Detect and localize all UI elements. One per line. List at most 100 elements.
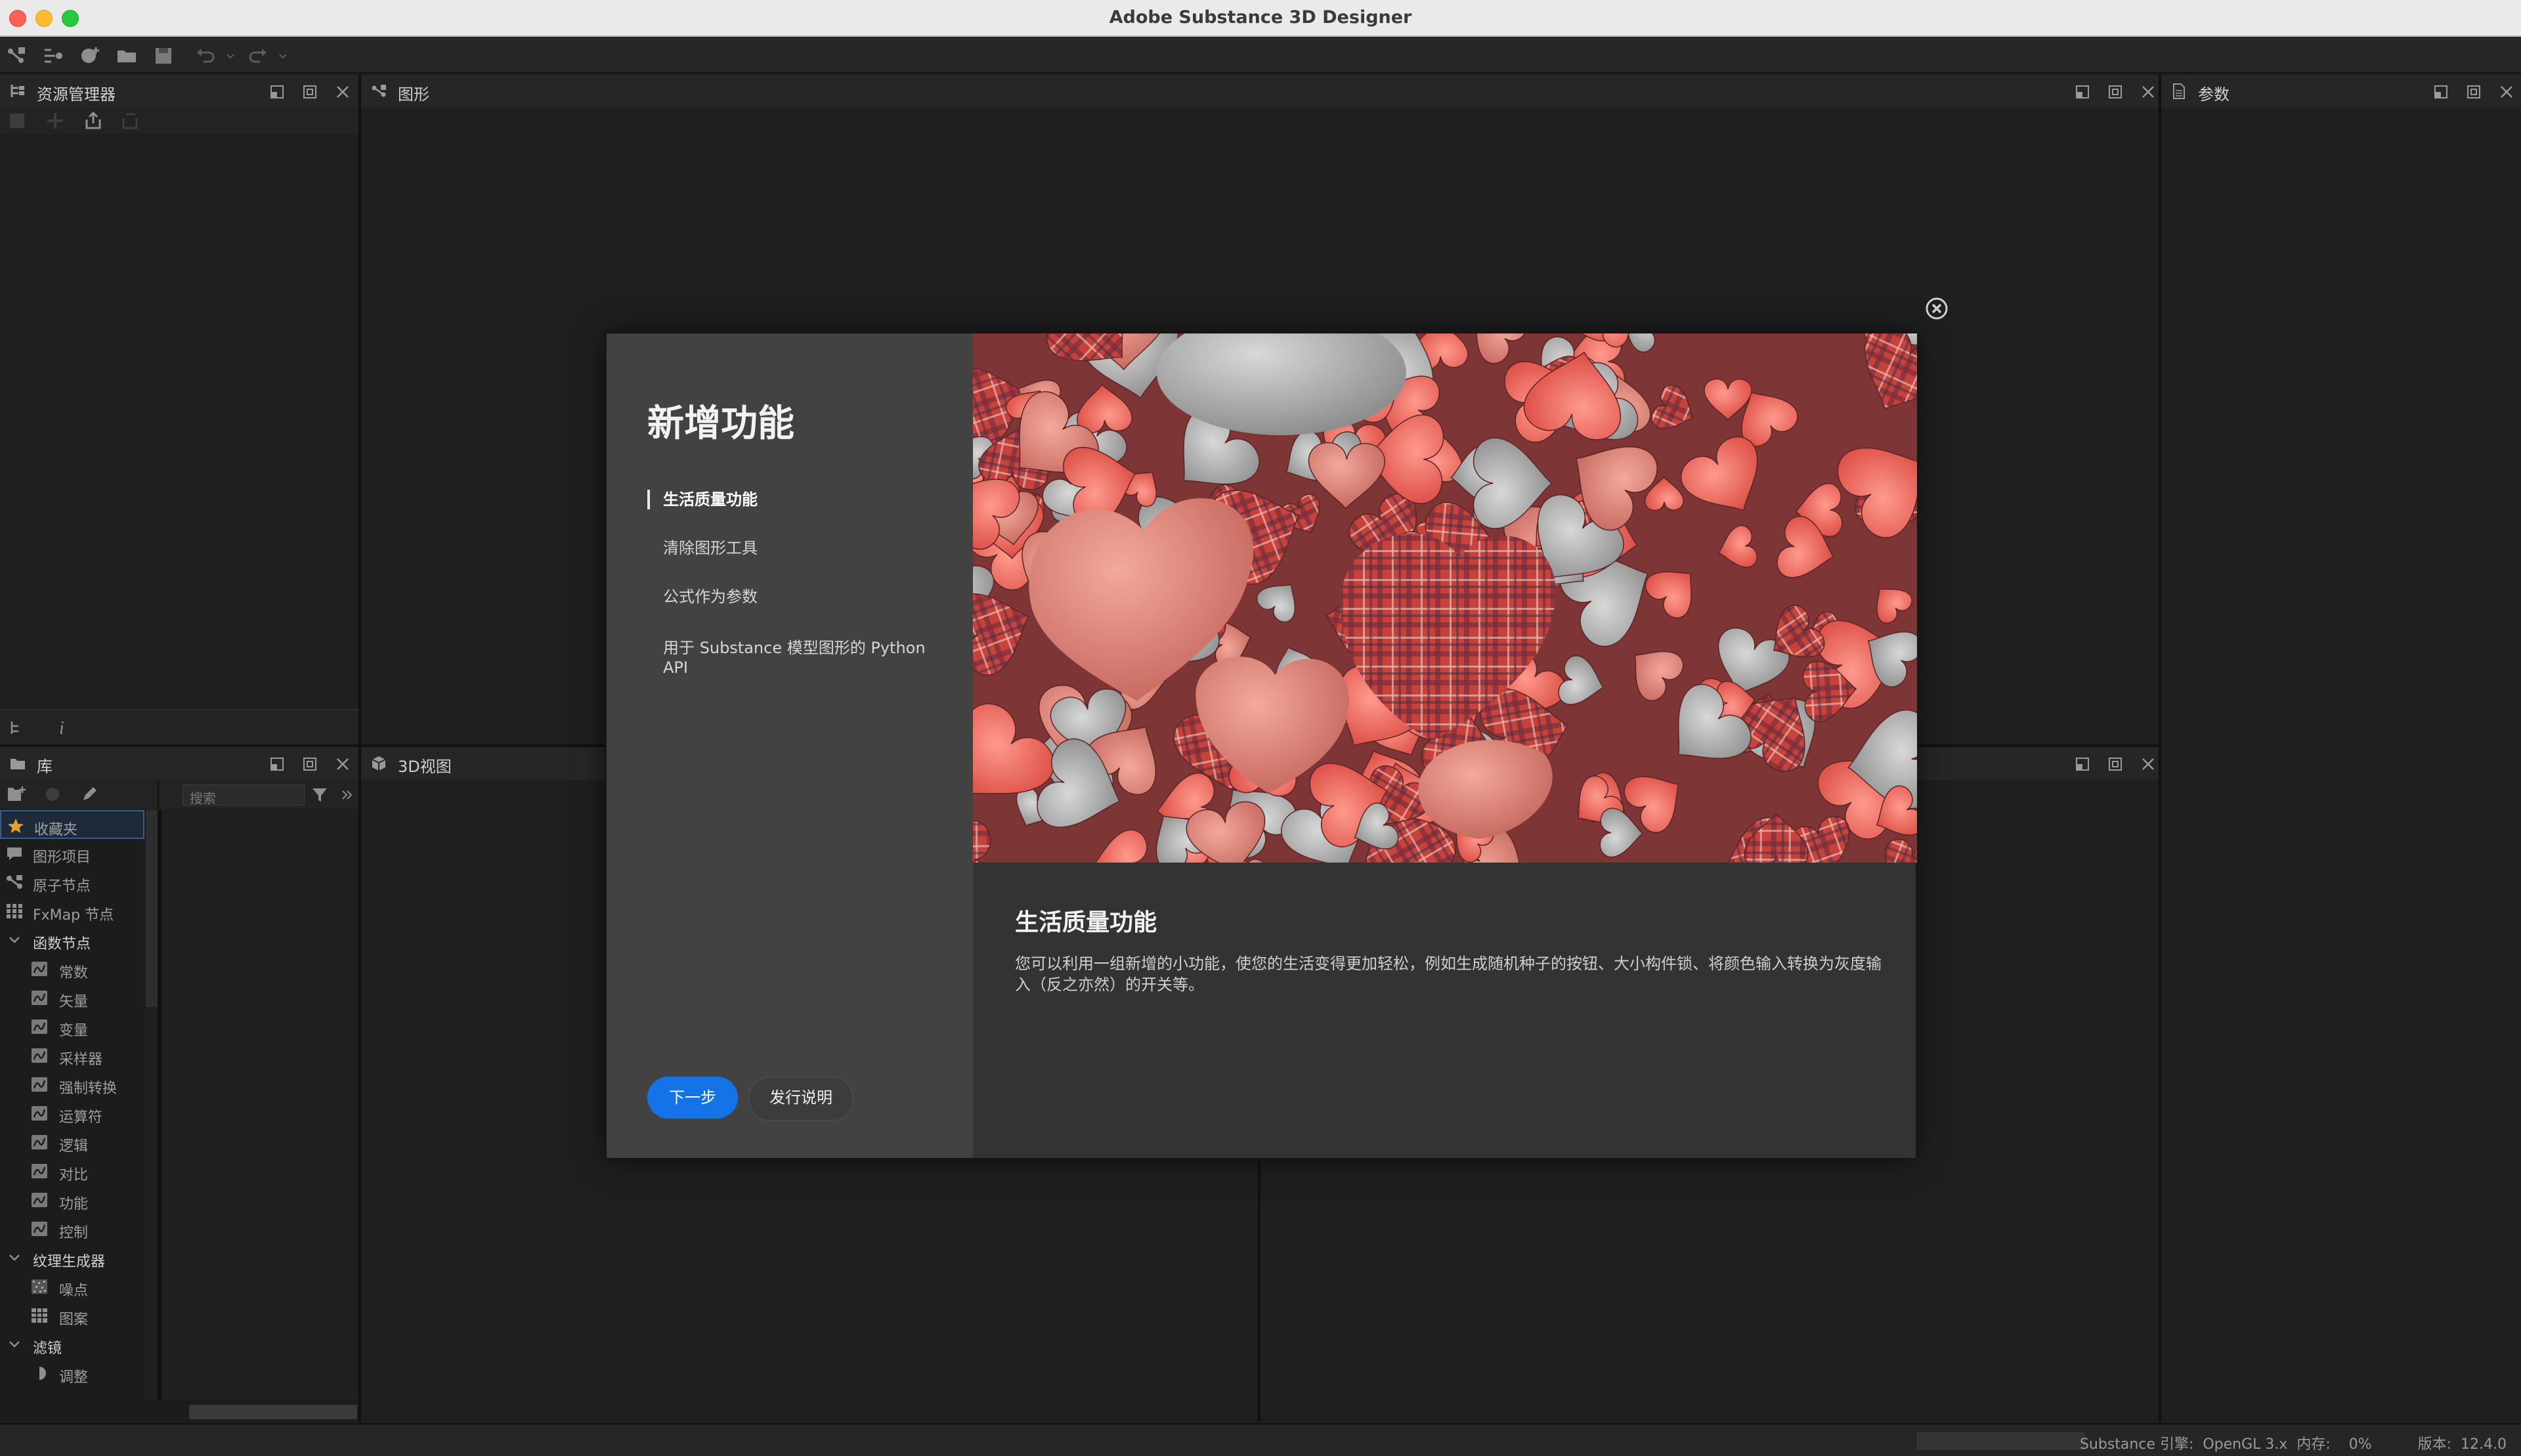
library-section[interactable]: 纹理生成器 <box>0 1243 144 1272</box>
library-item[interactable]: 对比 <box>0 1157 144 1186</box>
library-item-label: 对比 <box>59 1167 89 1184</box>
info-icon[interactable]: i <box>55 717 72 738</box>
open-folder-icon[interactable] <box>116 45 138 67</box>
function-icon <box>30 1220 49 1237</box>
undo-icon[interactable] <box>194 45 217 67</box>
library-item[interactable]: 图案 <box>0 1301 144 1330</box>
next-button[interactable]: 下一步 <box>647 1077 738 1119</box>
float-panel-icon[interactable] <box>269 756 285 772</box>
release-notes-button[interactable]: 发行说明 <box>748 1077 853 1121</box>
library-item-label: 调整 <box>59 1369 89 1386</box>
new-graph-icon[interactable] <box>5 45 28 67</box>
refresh-library-icon[interactable] <box>43 785 62 803</box>
maximize-panel-icon[interactable] <box>2107 756 2123 772</box>
library-tree-scrollbar[interactable] <box>146 810 158 1007</box>
library-search-input[interactable]: 搜索 <box>183 784 305 806</box>
feature-title: 生活质量功能 <box>1015 909 1157 936</box>
library-section[interactable]: 函数节点 <box>0 926 144 954</box>
close-circle-icon <box>1926 297 1948 320</box>
view3d-title: 3D视图 <box>398 758 452 776</box>
dialog-close-button[interactable] <box>1925 297 1949 320</box>
nav-python-api[interactable]: 用于 Substance 模型图形的 Python API <box>647 638 952 677</box>
library-item[interactable]: 收藏夹 <box>0 810 144 839</box>
hierarchy-icon[interactable] <box>9 719 26 737</box>
float-panel-icon[interactable] <box>2075 84 2090 100</box>
save-package-icon[interactable] <box>7 110 28 131</box>
maximize-panel-icon[interactable] <box>2466 84 2482 100</box>
close-panel-icon[interactable] <box>2140 756 2156 772</box>
library-splitter[interactable] <box>158 810 162 1401</box>
function-icon <box>30 1191 49 1209</box>
float-panel-icon[interactable] <box>269 84 285 100</box>
comment-icon <box>5 845 24 862</box>
star-icon <box>7 817 25 834</box>
undo-history-chevron-icon[interactable] <box>225 45 236 67</box>
float-panel-icon[interactable] <box>2433 84 2449 100</box>
nav-formula-params[interactable]: 公式作为参数 <box>647 587 965 607</box>
save-icon[interactable] <box>152 45 175 67</box>
library-item[interactable]: 噪点 <box>0 1272 144 1301</box>
library-item[interactable]: 逻辑 <box>0 1128 144 1157</box>
add-resource-icon[interactable] <box>45 110 66 131</box>
library-item[interactable]: 变量 <box>0 1012 144 1041</box>
library-item-label: 控制 <box>59 1225 89 1241</box>
right-splitter[interactable] <box>2159 75 2161 1422</box>
library-toolbar: 搜索 <box>0 780 358 809</box>
close-panel-icon[interactable] <box>2140 84 2156 100</box>
library-item-label: 纹理生成器 <box>33 1254 106 1270</box>
close-panel-icon[interactable] <box>335 84 351 100</box>
explorer-icon <box>9 83 26 100</box>
new-function-graph-icon[interactable] <box>42 45 64 67</box>
library-item[interactable]: 采样器 <box>0 1041 144 1070</box>
publish-icon[interactable] <box>119 110 140 131</box>
library-item-label: 噪点 <box>59 1283 89 1299</box>
adjust-icon <box>30 1365 49 1382</box>
parameters-header: 参数 <box>2161 75 2521 108</box>
library-item[interactable]: 控制 <box>0 1214 144 1243</box>
chevron-down-icon[interactable] <box>5 931 24 949</box>
grid-icon <box>5 903 24 920</box>
library-item[interactable]: 原子节点 <box>0 868 144 897</box>
maximize-panel-icon[interactable] <box>2107 84 2123 100</box>
library-item[interactable]: 运算符 <box>0 1099 144 1128</box>
export-icon[interactable] <box>83 110 104 131</box>
maximize-panel-icon[interactable] <box>302 84 318 100</box>
library-item-label: FxMap 节点 <box>33 907 114 924</box>
whats-new-dialog: 新增功能 生活质量功能 清除图形工具 公式作为参数 用于 Substance 模… <box>605 332 1917 1159</box>
float-panel-icon[interactable] <box>2075 756 2090 772</box>
status-bar: Substance 引擎: OpenGL 3.x 内存: 0% 版本: 12.4… <box>0 1423 2521 1456</box>
filter-icon[interactable] <box>311 786 328 803</box>
library-item[interactable]: 图形项目 <box>0 839 144 868</box>
library-horizontal-scrollbar-thumb[interactable] <box>189 1405 357 1419</box>
new-package-icon[interactable] <box>79 45 101 67</box>
library-item-label: 采样器 <box>59 1052 103 1068</box>
redo-history-chevron-icon[interactable] <box>277 45 289 67</box>
nav-quality-of-life[interactable]: 生活质量功能 <box>647 490 965 509</box>
close-panel-icon[interactable] <box>335 756 351 772</box>
progress-bar <box>1917 1432 2085 1449</box>
maximize-panel-icon[interactable] <box>302 756 318 772</box>
library-item[interactable]: 强制转换 <box>0 1070 144 1099</box>
nav-graph-cleaner[interactable]: 清除图形工具 <box>647 538 965 558</box>
add-library-folder-icon[interactable] <box>7 785 26 803</box>
parameters-title: 参数 <box>2198 85 2230 104</box>
library-item[interactable]: FxMap 节点 <box>0 897 144 926</box>
library-item[interactable]: 矢量 <box>0 983 144 1012</box>
status-text: Substance 引擎: OpenGL 3.x 内存: 0% 版本: 12.4… <box>2079 1436 2507 1453</box>
library-title: 库 <box>37 758 53 776</box>
close-panel-icon[interactable] <box>2499 84 2514 100</box>
library-item-label: 图案 <box>59 1312 89 1328</box>
library-item[interactable]: 常数 <box>0 954 144 983</box>
function-icon <box>30 1134 49 1151</box>
left-splitter[interactable] <box>358 75 361 1422</box>
library-item[interactable]: 功能 <box>0 1186 144 1214</box>
chevron-down-icon[interactable] <box>5 1336 24 1353</box>
library-section[interactable]: 滤镜 <box>0 1330 144 1359</box>
function-icon <box>30 989 49 1006</box>
expand-double-chevron-icon[interactable] <box>340 788 355 802</box>
chevron-down-icon[interactable] <box>5 1249 24 1266</box>
explorer-title: 资源管理器 <box>37 85 116 104</box>
library-item[interactable]: 调整 <box>0 1359 144 1388</box>
edit-icon[interactable] <box>80 785 98 803</box>
redo-icon[interactable] <box>247 45 269 67</box>
